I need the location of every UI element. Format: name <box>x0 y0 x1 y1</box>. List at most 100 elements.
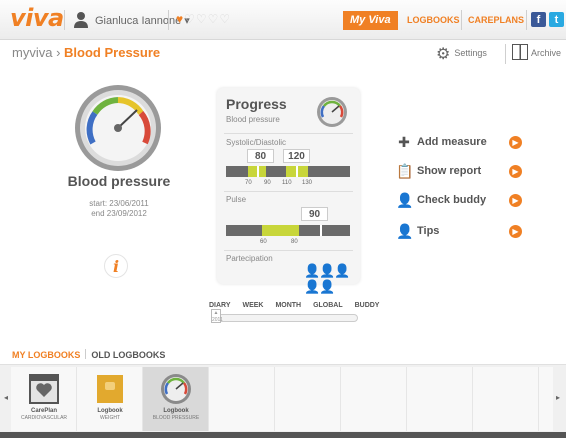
logbook-name: Logbook <box>163 408 189 414</box>
small-gauge-icon <box>317 97 347 127</box>
pulse-bar <box>226 225 350 236</box>
logbook-item[interactable]: Logbook WEIGHT <box>77 367 143 431</box>
add-measure-icon: ✚ <box>398 134 410 150</box>
timeline-year: 2011 <box>212 317 223 323</box>
tips-icon: 👤 <box>396 223 414 239</box>
diastolic-value: 80 <box>247 149 274 163</box>
show-report-button[interactable]: 📋 Show report ▶ <box>396 162 522 182</box>
scroll-left-icon[interactable]: ◂ <box>4 393 8 402</box>
systolic-diastolic-bar <box>226 166 350 177</box>
heart-filled-icon: ♥ <box>176 12 185 26</box>
buddy-icon: 👤 <box>396 192 414 208</box>
logbook-item[interactable]: CarePlan CARDIOVASCULAR <box>11 367 77 431</box>
nav-logbooks[interactable]: LOGBOOKS <box>407 15 460 25</box>
systolic-marker <box>296 166 298 177</box>
date-range: start: 23/06/2011 end 23/09/2012 <box>60 199 178 219</box>
tab-month[interactable]: MONTH <box>275 302 301 309</box>
start-date: start: 23/06/2011 <box>89 199 149 208</box>
top-bar: viva Gianluca Iannone ▾ ♥♡♡♡♡ My Viva LO… <box>0 0 566 40</box>
sd-tick: 130 <box>302 180 313 186</box>
tab-old-logbooks[interactable]: OLD LOGBOOKS <box>91 350 165 360</box>
tab-diary[interactable]: DIARY <box>209 302 231 309</box>
gear-icon: ⚙ <box>436 46 451 63</box>
divider <box>224 250 353 251</box>
diastolic-marker <box>257 166 259 177</box>
divider <box>224 191 353 192</box>
pulse-value: 90 <box>301 207 328 221</box>
heart-empty-icon: ♡♡♡♡ <box>184 12 232 26</box>
nav-myviva[interactable]: My Viva <box>343 11 398 30</box>
action-label: Tips <box>417 225 440 237</box>
arrow-right-icon: ▶ <box>509 225 522 238</box>
viva-logo[interactable]: viva <box>10 4 64 32</box>
empty-slot <box>275 367 341 431</box>
archive-label: Archive <box>531 48 562 58</box>
breadcrumb-separator: › <box>56 45 61 60</box>
breadcrumb-root[interactable]: myviva <box>12 45 52 60</box>
progress-title: Progress <box>226 96 287 112</box>
summary-title: Blood pressure <box>67 173 171 189</box>
logbook-name: Logbook <box>97 408 123 414</box>
divider <box>224 133 353 134</box>
blood-pressure-gauge-icon <box>161 374 191 404</box>
logbook-item[interactable]: Logbook BLOOD PRESSURE <box>143 367 209 431</box>
divider <box>505 44 506 64</box>
logbook-category: WEIGHT <box>100 415 120 421</box>
tab-buddy[interactable]: BUDDY <box>355 302 380 309</box>
divider <box>64 10 65 30</box>
end-date: end 23/09/2012 <box>91 209 147 218</box>
arrow-right-icon: ▶ <box>509 165 522 178</box>
check-buddy-button[interactable]: 👤 Check buddy ▶ <box>396 191 522 211</box>
empty-slot <box>407 367 473 431</box>
clipboard-icon: 📋 <box>396 163 414 179</box>
blood-pressure-gauge-icon <box>75 85 161 171</box>
scroll-right-icon[interactable]: ▸ <box>556 393 560 402</box>
logbook-category: CARDIOVASCULAR <box>20 415 68 421</box>
arrow-right-icon: ▶ <box>509 136 522 149</box>
tab-global[interactable]: GLOBAL <box>313 302 343 309</box>
user-icon <box>74 12 88 28</box>
breadcrumb-current: Blood Pressure <box>64 45 161 60</box>
timeline-handle[interactable]: ▲ 2011 <box>211 309 223 323</box>
info-button[interactable]: i <box>104 254 128 278</box>
sd-tick: 70 <box>245 180 252 186</box>
arrow-right-icon: ▶ <box>509 194 522 207</box>
tab-my-logbooks[interactable]: MY LOGBOOKS <box>12 350 80 360</box>
pulse-range <box>262 225 299 236</box>
action-label: Add measure <box>417 136 487 148</box>
archive-icon <box>512 44 528 60</box>
footer-bar <box>0 432 566 438</box>
tab-week[interactable]: WEEK <box>242 302 263 309</box>
sd-tick: 110 <box>282 180 292 186</box>
breadcrumb: myviva › Blood Pressure <box>12 45 160 60</box>
logbook-category: BLOOD PRESSURE <box>152 415 200 421</box>
nav-careplans[interactable]: CAREPLANS <box>468 15 524 25</box>
action-label: Check buddy <box>417 194 487 206</box>
pulse-label: Pulse <box>226 195 247 204</box>
logbook-list: CarePlan CARDIOVASCULAR Logbook WEIGHT L… <box>11 367 553 431</box>
careplan-heart-icon <box>29 374 59 404</box>
pulse-tick: 60 <box>260 239 267 245</box>
facebook-icon[interactable]: f <box>531 12 546 27</box>
timeline-slider[interactable] <box>212 314 358 322</box>
archive-button[interactable]: Archive <box>512 44 561 60</box>
progress-card: Progress Blood pressure Systolic/Diastol… <box>217 88 360 294</box>
hearts-rating: ♥♡♡♡♡ <box>176 12 231 26</box>
logbook-carousel: ◂ CarePlan CARDIOVASCULAR Logbook WEIGHT <box>0 364 566 432</box>
empty-slot <box>473 367 539 431</box>
logbook-name: CarePlan <box>30 408 57 414</box>
action-label: Show report <box>417 165 482 177</box>
settings-button[interactable]: ⚙ Settings <box>436 44 487 64</box>
divider <box>85 349 87 359</box>
empty-slot <box>341 367 407 431</box>
participation-label: Partecipation <box>226 254 273 263</box>
twitter-icon[interactable]: t <box>549 12 564 27</box>
add-measure-button[interactable]: ✚ Add measure ▶ <box>396 133 522 153</box>
participation-people-icon: 👤👤👤👤👤 <box>304 263 351 294</box>
divider <box>526 10 527 30</box>
sd-tick: 90 <box>264 180 271 186</box>
settings-label: Settings <box>454 48 487 58</box>
pulse-tick: 80 <box>291 239 298 245</box>
tips-button[interactable]: 👤 Tips ▶ <box>396 222 522 242</box>
systolic-value: 120 <box>283 149 310 163</box>
